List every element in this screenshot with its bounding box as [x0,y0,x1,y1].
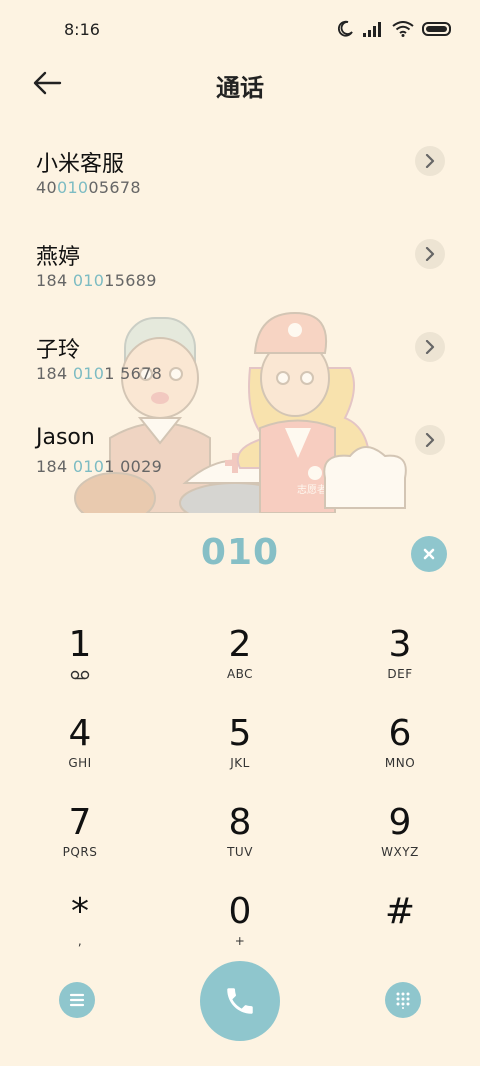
key-4[interactable]: 4 GHI [20,714,140,794]
dialed-number: 010 [200,532,280,573]
contact-detail-button[interactable] [415,332,445,362]
contact-number: 184 0101 5678 [36,364,163,383]
chevron-right-icon [425,433,435,447]
key-1[interactable]: 1 [20,625,140,705]
phone-icon [227,988,253,1014]
contact-number: 184 01015689 [36,271,157,290]
chevron-right-icon [425,340,435,354]
dialpad-icon [396,992,410,1009]
contact-number: 184 0101 0029 [36,457,163,476]
menu-button[interactable] [59,982,95,1018]
battery-icon [422,22,451,36]
close-icon [423,548,435,560]
menu-icon [69,993,85,1007]
key-0[interactable]: 0 + [180,892,300,972]
status-bar: 8:16 [0,0,480,60]
chevron-right-icon [425,154,435,168]
moon-icon [337,20,353,37]
call-button[interactable] [200,961,280,1041]
clear-button[interactable] [411,536,447,572]
dialpad-toggle-button[interactable] [385,982,421,1018]
contact-row[interactable]: 小米客服 4001005678 [0,130,480,210]
key-hash[interactable]: # [340,892,460,972]
header: 通话 [0,60,480,108]
contact-number: 4001005678 [36,178,141,197]
status-icons [336,20,452,38]
page-title: 通话 [216,74,264,102]
contact-row[interactable]: 子玲 184 0101 5678 [0,316,480,396]
signal-icon [363,22,381,37]
status-time: 8:16 [64,20,100,39]
voicemail-icon [70,670,90,680]
contact-name: Jason [36,425,95,450]
contact-name: 子玲 [36,338,81,363]
contact-detail-button[interactable] [415,146,445,176]
key-9[interactable]: 9 WXYZ [340,803,460,883]
contact-row[interactable]: Jason 184 0101 0029 [0,409,480,489]
key-star[interactable]: * , [20,892,140,972]
key-8[interactable]: 8 TUV [180,803,300,883]
key-6[interactable]: 6 MNO [340,714,460,794]
contact-name: 小米客服 [36,152,125,177]
key-2[interactable]: 2 ABC [180,625,300,705]
contact-detail-button[interactable] [415,239,445,269]
wifi-icon [392,21,414,37]
key-3[interactable]: 3 DEF [340,625,460,705]
key-5[interactable]: 5 JKL [180,714,300,794]
contact-name: 燕婷 [36,245,81,270]
contact-detail-button[interactable] [415,425,445,455]
chevron-right-icon [425,247,435,261]
key-7[interactable]: 7 PQRS [20,803,140,883]
contact-row[interactable]: 燕婷 184 01015689 [0,223,480,303]
